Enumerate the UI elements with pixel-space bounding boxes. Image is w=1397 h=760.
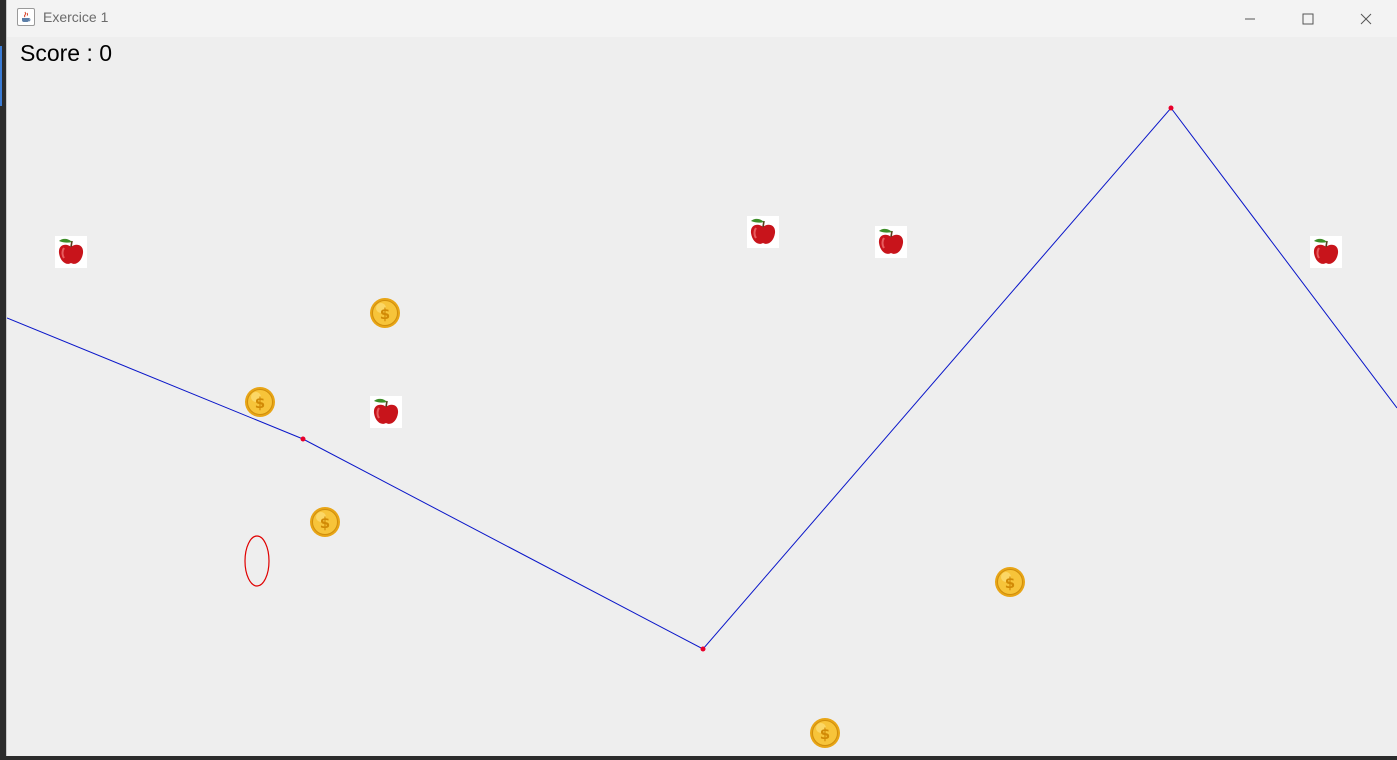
dollar-coin-icon [994,566,1026,598]
dollar-coin-icon [369,297,401,329]
apple-icon [1309,235,1343,269]
left-edge-accent [0,46,2,106]
apple-icon [54,235,88,269]
dollar-coin-icon [244,386,276,418]
player-ellipse [244,535,270,587]
apple-icon [874,225,908,259]
apple-icon [746,215,780,249]
taskbar-strip [0,756,1397,760]
game-scene: $ [7,105,1397,749]
track-node [700,646,706,652]
track-node [1168,105,1174,111]
game-window: Exercice 1 $ [7,0,1397,756]
apple-icon [369,395,403,429]
score-label: Score : 0 [20,40,113,66]
dollar-coin-icon [809,717,841,749]
left-desktop-edge [0,0,7,760]
track-node [300,436,306,442]
track-line [7,107,1397,650]
dollar-coin-icon [309,506,341,538]
